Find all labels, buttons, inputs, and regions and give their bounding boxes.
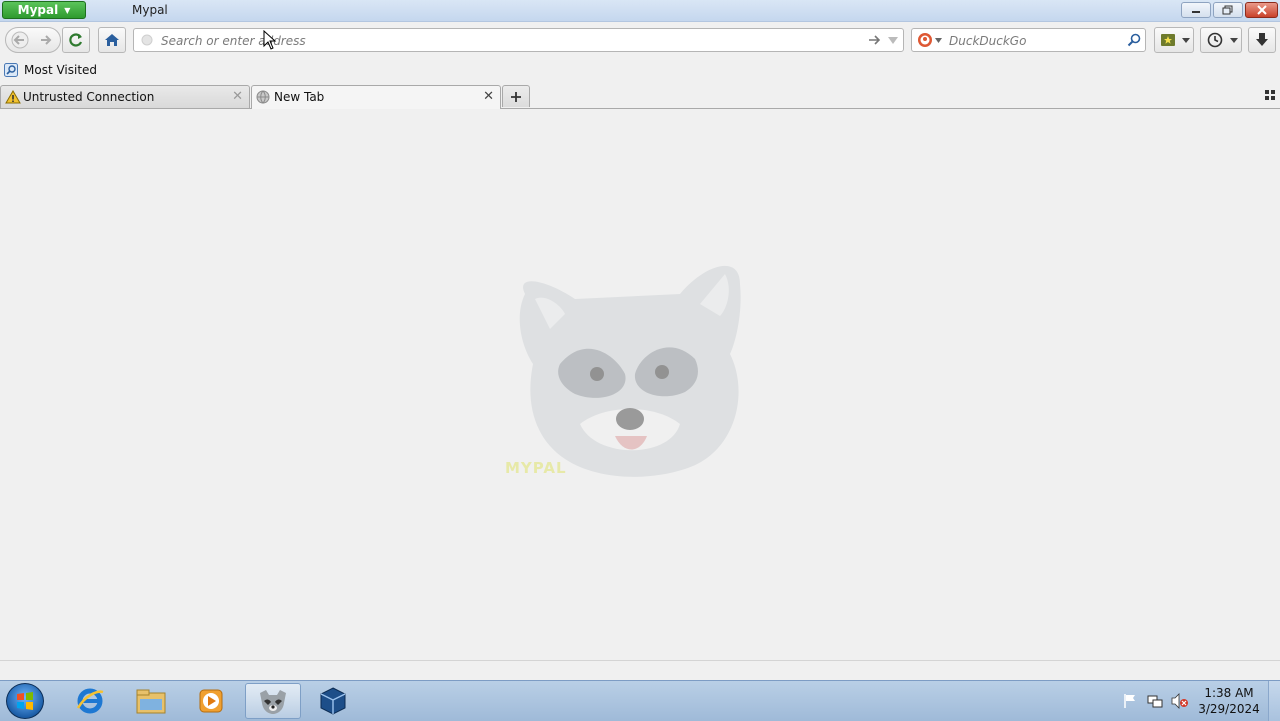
taskbar-virtualbox[interactable] bbox=[305, 683, 361, 719]
search-icon[interactable] bbox=[1127, 33, 1141, 47]
taskbar-media-player[interactable] bbox=[183, 683, 239, 719]
reload-button[interactable] bbox=[62, 27, 90, 53]
bookmarks-toolbar: Most Visited bbox=[0, 61, 1280, 83]
clock-date: 3/29/2024 bbox=[1198, 702, 1260, 716]
home-icon bbox=[105, 34, 119, 46]
window-title: Mypal bbox=[132, 3, 168, 17]
app-menu-label: Mypal bbox=[17, 3, 59, 17]
media-player-icon bbox=[199, 689, 223, 713]
file-explorer-icon bbox=[136, 689, 166, 714]
close-tab-icon[interactable]: ✕ bbox=[483, 89, 494, 104]
system-clock[interactable]: 1:38 AM 3/29/2024 bbox=[1196, 685, 1262, 717]
action-center-flag-icon[interactable] bbox=[1123, 693, 1137, 709]
reload-icon bbox=[69, 33, 83, 47]
new-tab-page: MYPAL bbox=[0, 109, 1280, 660]
duckduckgo-icon[interactable] bbox=[917, 32, 933, 48]
start-button[interactable] bbox=[6, 683, 44, 719]
search-bar[interactable] bbox=[911, 28, 1146, 52]
mypal-raccoon-icon bbox=[260, 690, 286, 714]
show-desktop-button[interactable] bbox=[1268, 681, 1280, 721]
most-visited-icon bbox=[4, 63, 18, 77]
taskbar-file-explorer[interactable] bbox=[123, 683, 179, 719]
back-forward-group bbox=[5, 27, 61, 53]
chevron-down-icon bbox=[1230, 38, 1238, 43]
watermark-text: MYPAL bbox=[505, 459, 567, 477]
restore-icon bbox=[1222, 5, 1233, 15]
downloads-button[interactable] bbox=[1248, 27, 1276, 53]
raccoon-mascot-icon bbox=[519, 265, 741, 477]
bookmark-label: Most Visited bbox=[24, 63, 98, 77]
maximize-button[interactable] bbox=[1213, 2, 1243, 18]
virtualbox-icon bbox=[320, 687, 346, 715]
back-arrow-icon[interactable] bbox=[10, 31, 30, 49]
tab-untrusted-connection[interactable]: Untrusted Connection ✕ bbox=[0, 85, 250, 108]
close-icon bbox=[1256, 5, 1267, 15]
app-menu-button[interactable]: Mypal ▼ bbox=[2, 1, 86, 19]
page-identity-icon bbox=[141, 34, 153, 46]
tab-new-tab[interactable]: New Tab ✕ bbox=[251, 85, 501, 109]
tab-strip: Untrusted Connection ✕ New Tab ✕ bbox=[0, 84, 1280, 109]
go-arrow-icon[interactable] bbox=[868, 34, 882, 46]
tab-label: Untrusted Connection bbox=[23, 90, 155, 104]
close-button[interactable] bbox=[1245, 2, 1278, 18]
close-tab-icon[interactable]: ✕ bbox=[232, 89, 243, 104]
status-divider bbox=[0, 660, 1280, 661]
tab-groups-icon[interactable] bbox=[1265, 90, 1275, 100]
network-icon[interactable] bbox=[1147, 693, 1163, 709]
chevron-down-icon bbox=[1182, 38, 1190, 43]
volume-muted-icon[interactable] bbox=[1171, 693, 1189, 709]
url-history-dropdown-icon[interactable] bbox=[888, 37, 898, 45]
mouse-cursor-icon bbox=[263, 30, 277, 50]
taskbar: 1:38 AM 3/29/2024 bbox=[0, 680, 1280, 721]
search-input[interactable] bbox=[947, 31, 1121, 51]
tab-label: New Tab bbox=[274, 90, 325, 104]
forward-arrow-icon[interactable] bbox=[39, 33, 53, 47]
history-clock-icon bbox=[1207, 32, 1223, 48]
clock-time: 1:38 AM bbox=[1204, 686, 1254, 700]
bookmarks-star-icon bbox=[1161, 34, 1175, 46]
minimize-button[interactable] bbox=[1181, 2, 1211, 18]
history-button[interactable] bbox=[1200, 27, 1242, 53]
bookmarks-button[interactable] bbox=[1154, 27, 1194, 53]
chevron-down-icon: ▼ bbox=[64, 5, 71, 15]
engine-dropdown-icon[interactable] bbox=[935, 38, 942, 43]
minimize-icon bbox=[1192, 11, 1200, 13]
taskbar-internet-explorer[interactable] bbox=[62, 683, 118, 719]
windows-logo-icon bbox=[17, 692, 33, 710]
plus-icon bbox=[511, 91, 521, 102]
download-arrow-icon bbox=[1256, 33, 1268, 46]
taskbar-mypal[interactable] bbox=[245, 683, 301, 719]
url-bar[interactable] bbox=[133, 28, 904, 52]
globe-icon bbox=[256, 90, 270, 104]
internet-explorer-icon bbox=[76, 688, 104, 714]
new-tab-button[interactable] bbox=[502, 85, 530, 107]
bookmark-most-visited[interactable]: Most Visited bbox=[4, 63, 97, 77]
home-button[interactable] bbox=[98, 27, 126, 53]
warning-icon bbox=[5, 90, 21, 104]
title-bar: Mypal ▼ Mypal bbox=[0, 0, 1280, 22]
navigation-toolbar bbox=[0, 22, 1280, 60]
